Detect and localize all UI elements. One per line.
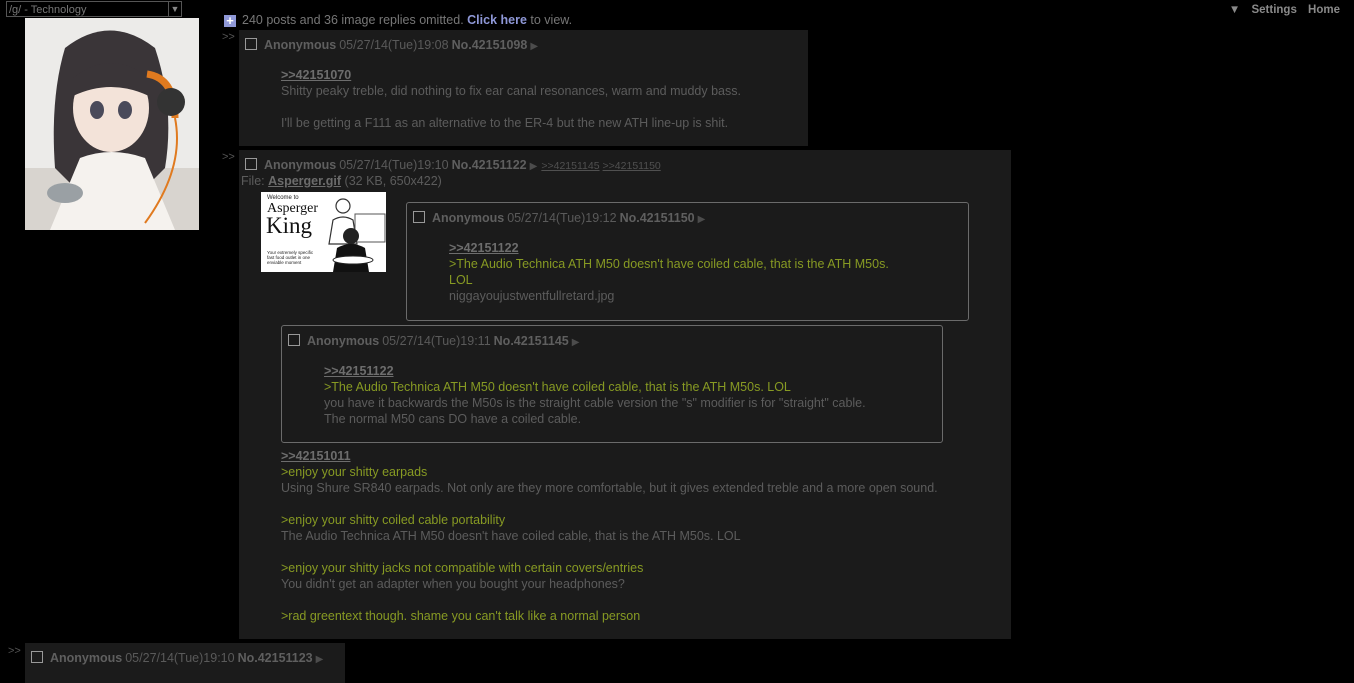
file-name-link[interactable]: Asperger.gif: [268, 174, 341, 188]
reply-arrows: >>: [8, 645, 21, 657]
post-text-line: You didn't get an adapter when you bough…: [281, 577, 625, 591]
post-checkbox[interactable]: [413, 211, 425, 223]
poster-name: Anonymous: [264, 38, 337, 52]
backlink[interactable]: >>42151150: [603, 160, 661, 172]
banner-illustration: [25, 18, 199, 230]
greentext-line: >enjoy your shitty coiled cable portabil…: [281, 513, 506, 527]
poster-name: Anonymous: [50, 651, 123, 665]
reply-arrows: >>: [222, 151, 235, 163]
greentext-line: >enjoy your shitty jacks not compatible …: [281, 561, 644, 575]
post-checkbox[interactable]: [288, 334, 300, 346]
post-text-line: The normal M50 cans DO have a coiled cab…: [324, 412, 582, 426]
thumb-title-line2: King: [266, 213, 312, 238]
post-header: Anonymous 05/27/14(Tue)19:10 No.42151122 ▶ >…: [245, 158, 661, 172]
post-number[interactable]: No.42151150: [620, 211, 695, 225]
post-menu-icon[interactable]: ▶: [530, 161, 538, 172]
reply-post-42151098: Anonymous 05/27/14(Tue)19:08 No.42151098 ▶ …: [239, 30, 808, 146]
post-number[interactable]: No.42151145: [494, 334, 569, 348]
greentext-line: >enjoy your shitty earpads: [281, 465, 428, 479]
post-message: >>42151070 Shitty peaky treble, did noth…: [281, 67, 741, 131]
post-message: >>42151122 >The Audio Technica ATH M50 d…: [449, 240, 889, 304]
post-text-line: The Audio Technica ATH M50 doesn't have …: [281, 529, 741, 543]
omitted-posts-notice: +240 posts and 36 image replies omitted.…: [224, 13, 572, 27]
post-text-line: niggayoujustwentfullretard.jpg: [449, 289, 615, 303]
post-number[interactable]: No.42151098: [452, 38, 528, 52]
quote-link[interactable]: >>42151011: [281, 449, 351, 463]
thumb-figures: [328, 198, 386, 272]
reply-arrows: >>: [222, 31, 235, 43]
post-checkbox[interactable]: [31, 651, 43, 663]
post-number[interactable]: No.42151123: [238, 651, 313, 665]
quote-link[interactable]: >>42151122: [324, 364, 394, 378]
poster-name: Anonymous: [264, 158, 337, 172]
post-text-line: you have it backwards the M50s is the st…: [324, 396, 866, 410]
post-menu-icon[interactable]: ▶: [316, 654, 324, 665]
home-link[interactable]: Home: [1308, 4, 1340, 16]
file-label: File:: [241, 174, 265, 188]
inline-post-42151150: Anonymous 05/27/14(Tue)19:12 No.42151150 ▶ …: [406, 202, 969, 321]
settings-link[interactable]: Settings: [1251, 4, 1296, 16]
file-meta: (32 KB, 650x422): [344, 174, 442, 188]
post-text-line: I'll be getting a F111 as an alternative…: [281, 116, 729, 130]
backlink[interactable]: >>42151145: [541, 160, 599, 172]
post-number[interactable]: No.42151122: [452, 158, 527, 172]
file-thumbnail[interactable]: Welcome to Asperger King Your extremely …: [261, 192, 386, 272]
poster-name: Anonymous: [307, 334, 380, 348]
post-header: Anonymous 05/27/14(Tue)19:12 No.42151150 ▶: [413, 211, 705, 225]
greentext-line: >rad greentext though. shame you can't t…: [281, 609, 641, 623]
post-message: >>42151122 >The Audio Technica ATH M50 d…: [324, 363, 866, 427]
board-banner-image: [25, 18, 199, 230]
post-checkbox[interactable]: [245, 38, 257, 50]
post-text-line: Using Shure SR840 earpads. Not only are …: [281, 481, 938, 495]
post-text-line: Shitty peaky treble, did nothing to fix …: [281, 84, 741, 98]
post-menu-icon[interactable]: ▶: [572, 337, 580, 348]
thumb-caption: Your extremely specific fast food outlet…: [267, 250, 314, 265]
post-header: Anonymous 05/27/14(Tue)19:08 No.42151098 ▶: [245, 38, 538, 52]
post-date: 05/27/14(Tue)19:10: [125, 651, 235, 665]
board-select[interactable]: /g/ - Technology ▼: [6, 1, 182, 17]
expand-plus-icon[interactable]: +: [224, 14, 236, 27]
top-nav: ▼ Settings Home: [1221, 4, 1340, 16]
settings-arrow-icon[interactable]: ▼: [1229, 4, 1240, 16]
post-header: Anonymous 05/27/14(Tue)19:10 No.42151123 ▶: [31, 651, 323, 665]
poster-name: Anonymous: [432, 211, 505, 225]
post-header: Anonymous 05/27/14(Tue)19:11 No.42151145 ▶: [288, 334, 579, 348]
chevron-down-icon: ▼: [168, 2, 181, 16]
post-message: >>42151011 >enjoy your shitty earpads Us…: [281, 448, 938, 624]
quote-link[interactable]: >>42151070: [281, 68, 351, 82]
post-menu-icon[interactable]: ▶: [530, 41, 538, 52]
post-date: 05/27/14(Tue)19:12: [507, 211, 617, 225]
post-date: 05/27/14(Tue)19:11: [382, 334, 491, 348]
view-omitted-link[interactable]: Click here: [467, 13, 527, 27]
file-info: File: Asperger.gif (32 KB, 650x422): [241, 174, 442, 188]
omitted-text: 240 posts and 36 image replies omitted.: [242, 13, 464, 27]
board-select-label: /g/ - Technology: [9, 4, 87, 16]
post-date: 05/27/14(Tue)19:08: [339, 38, 449, 52]
inline-post-42151145: Anonymous 05/27/14(Tue)19:11 No.42151145 ▶ …: [281, 325, 943, 443]
greentext-line: >The Audio Technica ATH M50 doesn't have…: [324, 380, 791, 394]
greentext-line: LOL: [449, 273, 473, 287]
omitted-suffix: to view.: [530, 13, 573, 27]
post-date: 05/27/14(Tue)19:10: [339, 158, 449, 172]
post-checkbox[interactable]: [245, 158, 257, 170]
quote-link[interactable]: >>42151122: [449, 241, 519, 255]
reply-post-42151123: Anonymous 05/27/14(Tue)19:10 No.42151123 ▶: [25, 643, 345, 683]
greentext-line: >The Audio Technica ATH M50 doesn't have…: [449, 257, 889, 271]
post-menu-icon[interactable]: ▶: [698, 214, 706, 225]
